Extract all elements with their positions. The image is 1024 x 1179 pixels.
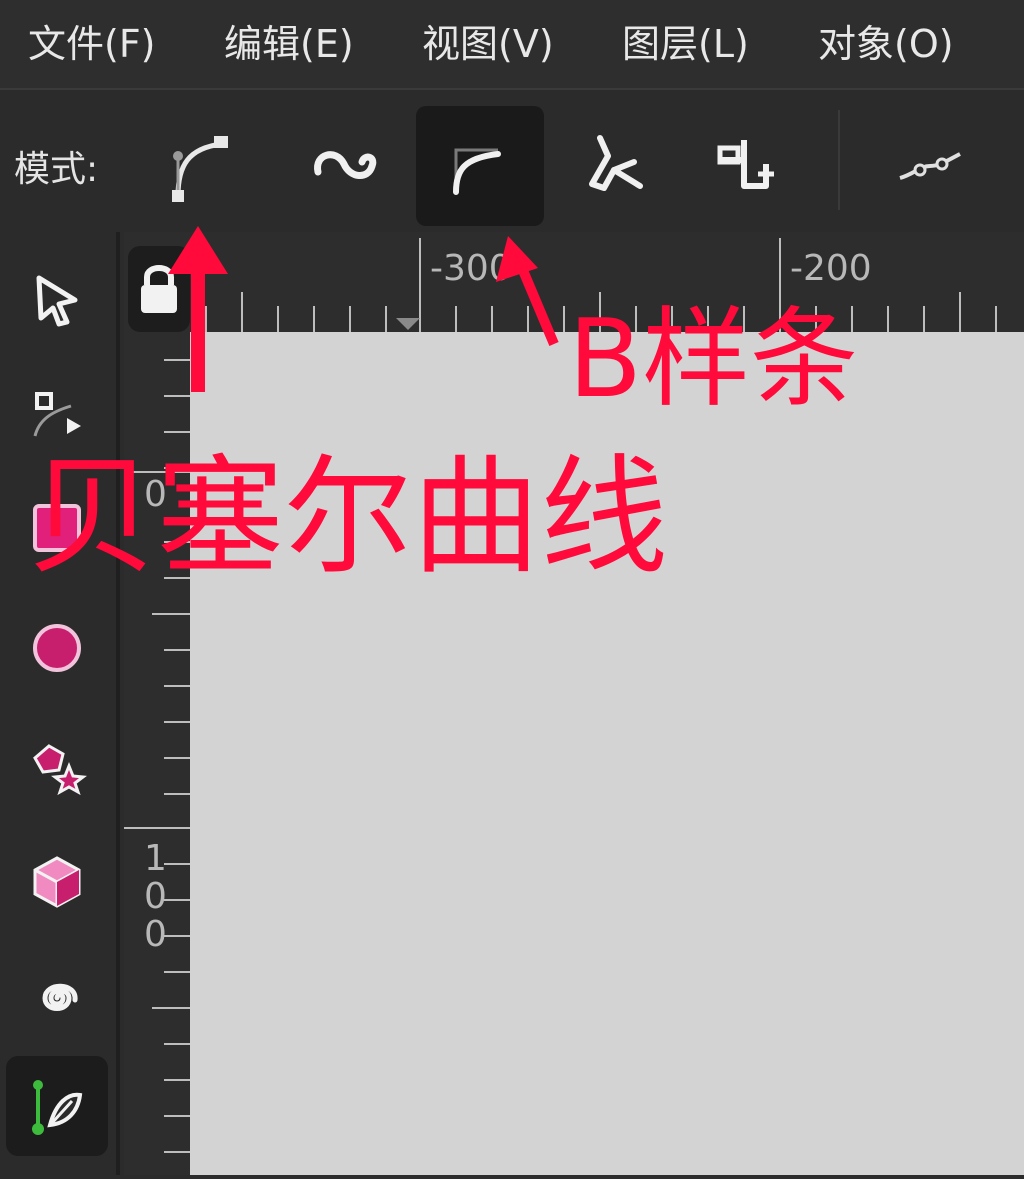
sequence-mode-icon [717,140,774,189]
star-polygon-icon [33,744,87,796]
guide-lock-button[interactable] [128,246,190,332]
bspline-mode-icon [453,148,501,195]
node-tool-icon [33,392,81,437]
annotation-bezier: 贝塞尔曲线 [28,443,669,592]
toolbar-separator [838,110,840,210]
mode-label: 模式: [14,149,99,190]
mode-bezier-button[interactable] [128,106,256,226]
menu-layer[interactable]: 图层(L) [612,16,759,72]
ruler-label-minus-300: -300 [430,248,512,289]
menu-file[interactable]: 文件(F) [18,16,166,72]
circle-icon [33,624,81,672]
pen-bezier-icon [32,1080,83,1135]
annotation-bspline: B样条 [568,297,859,422]
ruler-label-minus-200: -200 [790,248,872,289]
tool-star[interactable] [6,716,108,816]
tool-spiral[interactable] [6,948,108,1048]
tool-circle[interactable] [6,598,108,698]
menu-bar: 文件(F) 编辑(E) 视图(V) 图层(L) 对象(O) [0,0,1024,90]
mode-sequence-button[interactable] [684,106,812,226]
lock-icon [141,265,177,313]
tool-selector[interactable] [6,250,108,350]
shape-dropdown-button[interactable] [866,106,994,226]
ruler-label-100-digit-3: 0 [144,914,167,955]
tool-3d-box[interactable] [6,832,108,932]
mode-spiro-button[interactable] [282,106,410,226]
ruler-label-100-digit-1: 1 [144,838,167,879]
tool-pen[interactable] [6,1056,108,1156]
mode-paraxial-button[interactable] [550,106,678,226]
menu-object[interactable]: 对象(O) [808,16,964,72]
3d-box-icon [33,856,81,908]
shape-icon [899,152,961,180]
spiral-icon [42,983,78,1011]
bezier-mode-icon [172,136,228,202]
tool-controls-bar: 模式: [0,90,1024,230]
ruler-label-100-digit-2: 0 [144,876,167,917]
paraxial-mode-icon [589,135,643,191]
spiro-mode-icon [314,151,377,179]
toolbox [0,232,120,1175]
menu-view[interactable]: 视图(V) [412,16,564,72]
selector-arrow-icon [36,275,78,327]
mode-bspline-button[interactable] [416,106,544,226]
menu-edit[interactable]: 编辑(E) [214,16,364,72]
